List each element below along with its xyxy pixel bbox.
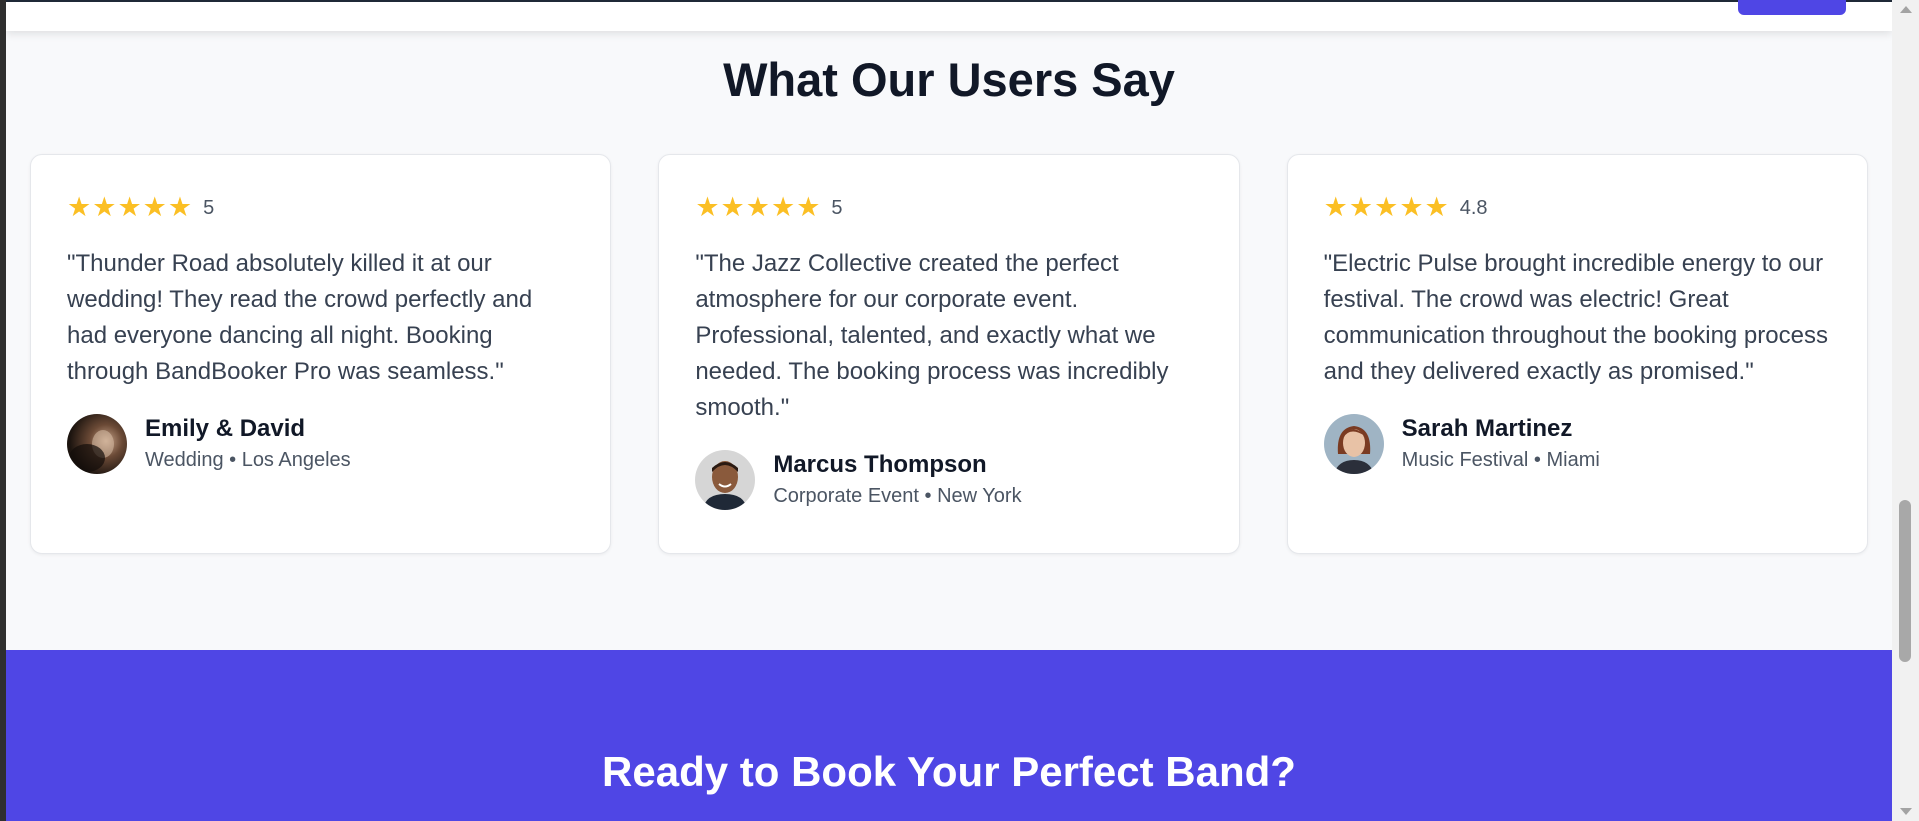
star-rating: ★ ★ ★ ★ ★ [67,194,192,222]
rating: ★ ★ ★ ★ ★ 4.8 [1324,193,1831,223]
cta-banner: Ready to Book Your Perfect Band? [6,650,1892,821]
avatar-photo-icon [695,450,756,510]
star-icon: ★ [1399,192,1424,223]
star-icon: ★ [1424,192,1449,223]
star-icon: ★ [1374,192,1399,223]
star-icon: ★ [695,192,720,223]
avatar [1323,414,1384,474]
cta-title: Ready to Book Your Perfect Band? [602,748,1296,795]
rating: ★ ★ ★ ★ ★ 5 [695,193,1202,223]
page-viewport: What Our Users Say ★ ★ ★ ★ ★ 5 "Thunder … [6,0,1892,821]
star-icon: ★ [770,192,796,223]
author-meta: Music Festival • Miami [1401,449,1600,471]
star-icon: ★ [1323,192,1348,223]
testimonial-author: Sarah Martinez Music Festival • Miami [1323,414,1831,474]
star-icon: ★ [1348,192,1374,223]
author-name: Sarah Martinez [1401,415,1573,442]
testimonial-card: ★ ★ ★ ★ ★ 5 "The Jazz Collective created… [658,154,1240,554]
star-icon: ★ [67,192,92,223]
author-name: Marcus Thompson [773,451,987,478]
rating: ★ ★ ★ ★ ★ 5 [67,193,574,223]
rating-value: 5 [831,196,843,219]
star-icon: ★ [92,192,117,223]
scroll-down-arrow-icon[interactable] [1900,808,1912,815]
author-info: Marcus Thompson Corporate Event • New Yo… [773,450,1021,510]
avatar-photo-icon [1323,414,1384,474]
star-icon: ★ [117,192,142,223]
author-info: Sarah Martinez Music Festival • Miami [1402,414,1600,474]
testimonial-author: Emily & David Wedding • Los Angeles [67,414,574,474]
testimonial-author: Marcus Thompson Corporate Event • New Yo… [695,450,1202,510]
vertical-scrollbar[interactable] [1892,0,1919,821]
star-rating: ★ ★ ★ ★ ★ [695,194,820,222]
testimonial-quote: "The Jazz Collective created the perfect… [695,250,1169,421]
rating-value: 4.8 [1459,196,1488,219]
testimonial-quote: "Thunder Road absolutely killed it at ou… [67,250,533,385]
author-name: Emily & David [145,415,306,442]
star-icon: ★ [796,192,821,223]
author-info: Emily & David Wedding • Los Angeles [145,414,351,474]
star-rating: ★ ★ ★ ★ ★ [1324,194,1449,222]
star-icon: ★ [142,192,167,223]
testimonial-quote: "Electric Pulse brought incredible energ… [1323,250,1828,385]
avatar [67,414,127,474]
avatar-photo-icon [67,414,127,474]
avatar [695,450,756,510]
testimonials-list: ★ ★ ★ ★ ★ 5 "Thunder Road absolutely kil… [30,154,1868,554]
testimonials-title: What Our Users Say [723,53,1175,106]
scroll-up-arrow-icon[interactable] [1900,6,1912,13]
rating-value: 5 [203,196,215,219]
testimonial-card: ★ ★ ★ ★ ★ 4.8 "Electric Pulse brought in… [1286,154,1868,554]
author-meta: Corporate Event • New York [773,485,1022,507]
scrollbar-thumb[interactable] [1899,500,1911,662]
star-icon: ★ [745,192,770,223]
star-icon: ★ [720,192,745,223]
navbar [6,0,1892,31]
testimonial-card: ★ ★ ★ ★ ★ 5 "Thunder Road absolutely kil… [30,154,612,554]
star-icon: ★ [167,192,193,223]
author-meta: Wedding • Los Angeles [145,449,351,471]
nav-cta-button[interactable] [1738,0,1846,15]
